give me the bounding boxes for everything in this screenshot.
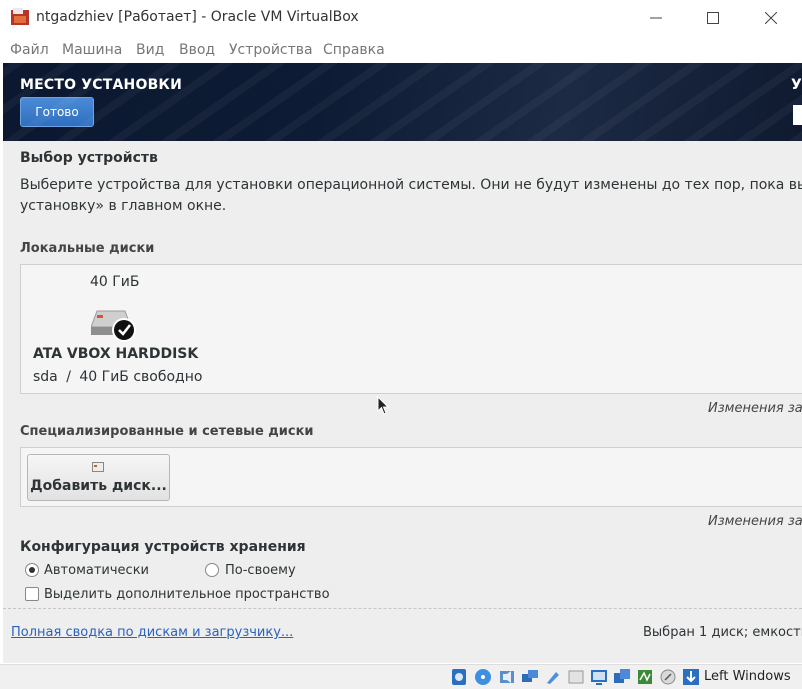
- extra-space-checkbox[interactable]: [25, 587, 39, 601]
- maximize-icon: [707, 12, 719, 24]
- video-capture-icon[interactable]: [613, 668, 631, 686]
- radio-automatic[interactable]: [25, 563, 39, 577]
- shared-folders-icon[interactable]: [567, 668, 585, 686]
- done-button[interactable]: Готово: [20, 97, 94, 127]
- window-title: ntgadzhiev [Работает] - Oracle VM Virtua…: [36, 9, 359, 25]
- special-disks-panel: Добавить диск...: [20, 447, 802, 507]
- special-disks-title: Специализированные и сетевые диски: [20, 424, 314, 439]
- special-disks-changes-note: Изменения затр: [708, 514, 802, 529]
- local-disks-title: Локальные диски: [20, 241, 155, 256]
- mouse-cursor-icon: [377, 396, 389, 415]
- menu-bar: Файл Машина Вид Ввод Устройства Справка: [0, 38, 802, 62]
- maximize-button[interactable]: [698, 6, 728, 30]
- storage-status-icon[interactable]: [450, 668, 468, 686]
- optical-drive-icon[interactable]: [474, 668, 492, 686]
- vm-display[interactable]: МЕСТО УСТАНОВКИ Готово У Выбор устройств…: [3, 63, 802, 663]
- page-title: МЕСТО УСТАНОВКИ: [20, 77, 182, 93]
- menu-devices[interactable]: Устройства: [229, 42, 313, 58]
- description-line-2: установку» в главном окне.: [20, 198, 227, 214]
- option-custom-label[interactable]: По-своему: [225, 563, 296, 578]
- menu-help[interactable]: Справка: [323, 42, 385, 58]
- disk-device: sda: [33, 369, 58, 385]
- device-selection-title: Выбор устройств: [20, 150, 158, 166]
- host-key-arrow-icon[interactable]: [682, 668, 700, 686]
- usb-icon[interactable]: [544, 668, 562, 686]
- installer-header: МЕСТО УСТАНОВКИ Готово У: [3, 63, 802, 141]
- menu-machine[interactable]: Машина: [62, 42, 122, 58]
- close-icon: [765, 12, 777, 24]
- window-titlebar: ntgadzhiev [Работает] - Oracle VM Virtua…: [0, 0, 802, 36]
- local-disks-changes-note: Изменения затр: [708, 401, 802, 416]
- menu-file[interactable]: Файл: [10, 42, 49, 58]
- disk-name: ATA VBOX HARDDISK: [33, 346, 199, 362]
- add-disk-button[interactable]: Добавить диск...: [27, 454, 170, 501]
- close-button[interactable]: [756, 6, 786, 30]
- cpu-activity-icon[interactable]: [636, 668, 654, 686]
- disk-summary-link[interactable]: Полная сводка по дискам и загрузчику...: [11, 625, 293, 640]
- keyboard-layout-indicator[interactable]: [793, 105, 802, 125]
- header-right-partial-text: У: [791, 77, 802, 93]
- add-disk-label: Добавить диск...: [30, 478, 167, 494]
- minimize-icon: [650, 17, 662, 19]
- storage-config-title: Конфигурация устройств хранения: [20, 539, 306, 555]
- disk-free-info: sda / 40 ГиБ свободно: [33, 369, 202, 385]
- footer-divider: [3, 608, 802, 609]
- minimize-button[interactable]: [641, 6, 671, 30]
- extra-space-label[interactable]: Выделить дополнительное пространство: [44, 587, 330, 602]
- local-disks-panel: 40 ГиБ ATA VBOX HARDDISK sda / 40 ГиБ св…: [20, 264, 802, 394]
- radio-selected-dot: [29, 567, 35, 573]
- vm-status-bar: Left Windows: [0, 664, 802, 689]
- display-icon[interactable]: [590, 668, 608, 686]
- virtualbox-app-icon: [11, 8, 29, 25]
- radio-custom[interactable]: [205, 563, 219, 577]
- device-selection-description: Выберите устройства для установки операц…: [20, 175, 802, 217]
- mouse-integration-icon[interactable]: [659, 668, 677, 686]
- disk-size: 40 ГиБ: [90, 274, 140, 290]
- add-disk-icon: [92, 462, 104, 472]
- host-key-label: Left Windows: [704, 669, 791, 684]
- menu-input[interactable]: Ввод: [179, 42, 215, 58]
- disk-separator: /: [66, 369, 71, 385]
- selected-disk-info: Выбран 1 диск; емкость 40: [643, 625, 802, 640]
- disk-free-space: 40 ГиБ свободно: [79, 369, 203, 385]
- network-icon[interactable]: [521, 668, 539, 686]
- menu-view[interactable]: Вид: [136, 42, 164, 58]
- description-line-1: Выберите устройства для установки операц…: [20, 177, 802, 193]
- option-automatic-label[interactable]: Автоматически: [44, 563, 149, 578]
- harddisk-selected-icon: [91, 310, 136, 342]
- audio-icon[interactable]: [498, 668, 516, 686]
